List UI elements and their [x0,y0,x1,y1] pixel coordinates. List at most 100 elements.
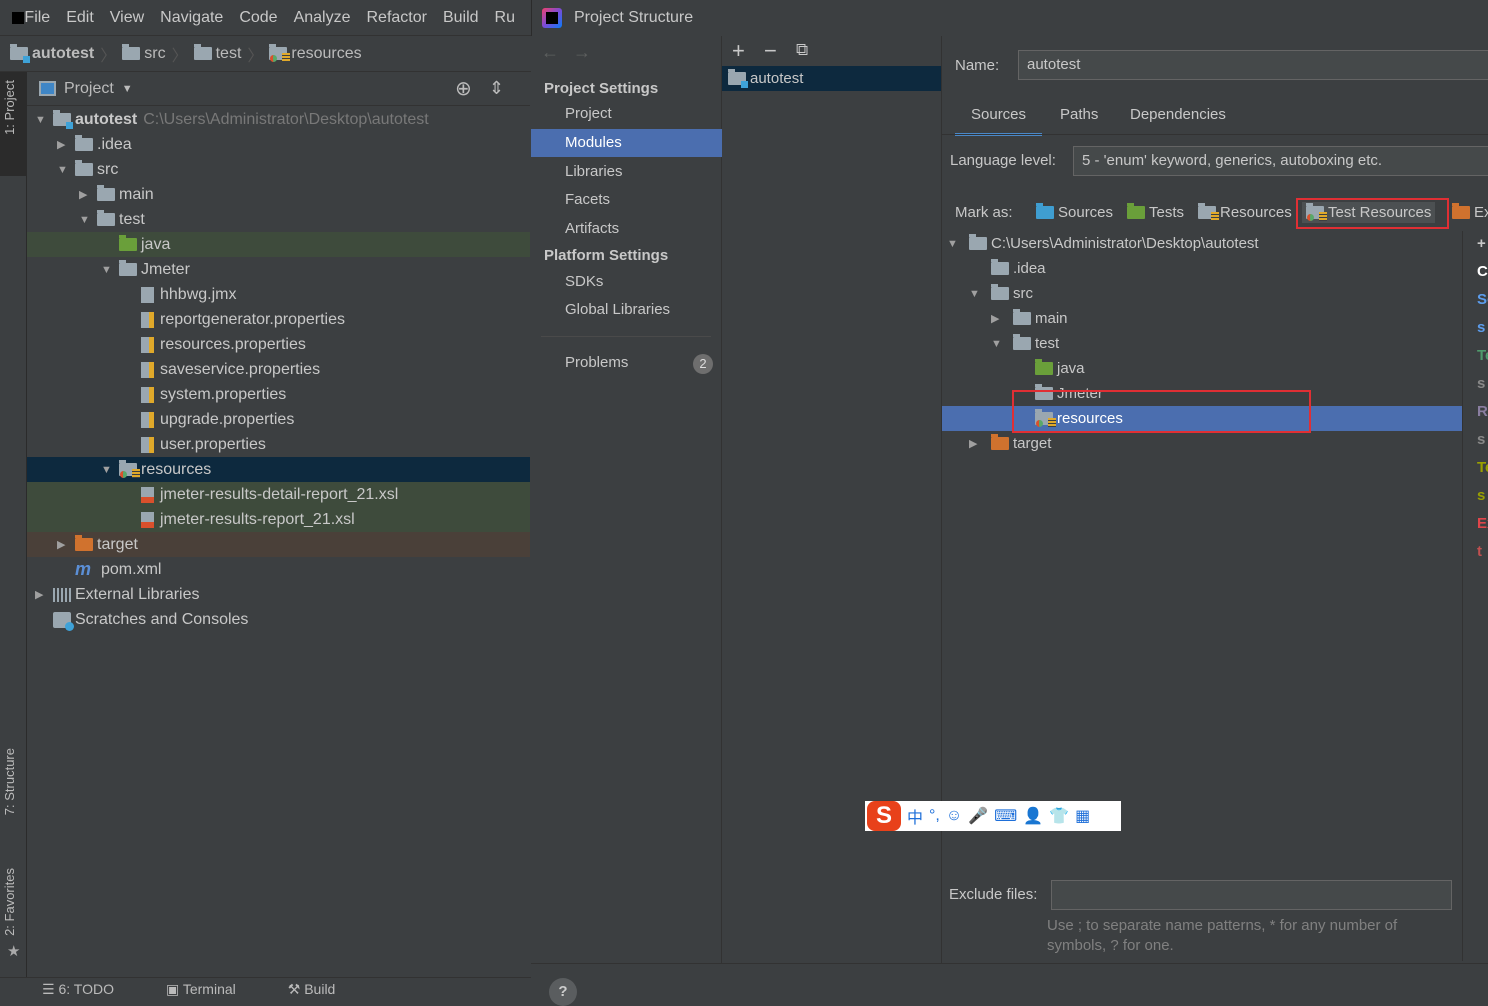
remove-icon[interactable]: − [764,38,777,64]
menu-refactor[interactable]: Refactor [367,9,427,27]
mark-resources-button[interactable]: Resources [1198,204,1292,221]
nav-artifacts[interactable]: Artifacts [531,215,722,243]
chevron-right-icon[interactable]: ▶ [991,312,999,325]
help-button[interactable]: ? [549,978,577,1006]
tree-item[interactable]: .idea [942,256,1462,281]
ime-button[interactable]: °, [929,807,940,825]
chevron-right-icon[interactable]: ▶ [57,138,65,151]
build-tab[interactable]: ⚒ Build [288,981,362,998]
add-icon[interactable]: + [732,38,745,64]
tree-item[interactable]: ▶target [27,532,530,557]
project-view-selector[interactable]: Project [64,80,114,98]
tab-sources[interactable]: Sources [955,106,1042,136]
menu-analyze[interactable]: Analyze [294,9,351,27]
ime-button[interactable]: 中 [907,804,923,828]
chevron-down-icon[interactable]: ▼ [947,238,958,250]
tab-dependencies[interactable]: Dependencies [1130,106,1226,136]
menu-file[interactable]: File [24,9,50,27]
chevron-down-icon[interactable]: ▼ [101,464,112,476]
tree-item[interactable]: hhbwg.jmx [27,282,530,307]
tree-item[interactable]: ▼C:\Users\Administrator\Desktop\autotest [942,231,1462,256]
tree-item[interactable]: ▼Jmeter [27,257,530,282]
nav-global-libraries[interactable]: Global Libraries [531,296,722,324]
nav-sdks[interactable]: SDKs [531,268,722,296]
nav-facets[interactable]: Facets [531,186,722,214]
tree-item[interactable]: ▼src [942,281,1462,306]
mark-tests-button[interactable]: Tests [1127,204,1184,221]
ime-button[interactable]: 👤 [1023,806,1043,826]
menu-build[interactable]: Build [443,9,479,27]
tree-item[interactable]: Scratches and Consoles [27,607,530,632]
chevron-down-icon[interactable]: ▼ [57,164,68,176]
chevron-right-icon[interactable]: ▶ [79,188,87,201]
menu-view[interactable]: View [110,9,144,27]
tree-item[interactable]: user.properties [27,432,530,457]
menu-edit[interactable]: Edit [66,9,94,27]
name-field[interactable]: autotest [1018,50,1488,80]
tool-tab-project[interactable]: 1: Project [2,80,17,135]
nav-modules[interactable]: Modules [531,129,722,157]
tree-item[interactable]: ▼test [942,331,1462,356]
mark-excluded-button[interactable]: Ex [1452,204,1488,221]
tree-item[interactable]: ▶main [942,306,1462,331]
content-root-item[interactable]: + [1477,235,1486,252]
locate-icon[interactable]: ⊕ [455,76,472,101]
terminal-tab[interactable]: ▣ Terminal [166,981,262,998]
tree-item[interactable]: resources.properties [27,332,530,357]
back-arrow-icon[interactable]: ← [541,42,559,63]
ime-button[interactable]: 👕 [1049,806,1069,826]
chevron-right-icon[interactable]: ▶ [57,538,65,551]
tree-item[interactable]: jmeter-results-detail-report_21.xsl [27,482,530,507]
crumb-src[interactable]: src [122,45,165,63]
ime-button[interactable]: ▦ [1075,806,1090,826]
tree-item[interactable]: ▼resources [27,457,530,482]
tree-item[interactable]: mpom.xml [27,557,530,582]
tree-item[interactable]: ▶main [27,182,530,207]
nav-libraries[interactable]: Libraries [531,158,722,186]
copy-icon[interactable]: ⧉ [796,40,808,60]
chevron-right-icon[interactable]: ▶ [969,437,977,450]
exclude-files-input[interactable] [1051,880,1452,910]
tree-item[interactable]: saveservice.properties [27,357,530,382]
tab-paths[interactable]: Paths [1060,106,1098,136]
menu-code[interactable]: Code [239,9,277,27]
tool-tab-favorites[interactable]: 2: Favorites [2,868,17,936]
tool-tab-structure[interactable]: 7: Structure [2,748,17,815]
collapse-all-icon[interactable]: ⇕ [489,78,504,99]
tree-item[interactable]: system.properties [27,382,530,407]
crumb-test[interactable]: test [194,45,242,63]
chevron-down-icon[interactable]: ▼ [35,114,46,126]
chevron-down-icon[interactable]: ▼ [122,83,133,95]
tree-item[interactable]: ▼src [27,157,530,182]
module-item-autotest[interactable]: autotest [722,66,941,91]
tree-item[interactable]: reportgenerator.properties [27,307,530,332]
tree-item[interactable]: ▼test [27,207,530,232]
tree-item[interactable]: upgrade.properties [27,407,530,432]
tree-item[interactable]: java [942,356,1462,381]
tree-item[interactable]: jmeter-results-report_21.xsl [27,507,530,532]
tree-item-path: C:\Users\Administrator\Desktop\autotest [143,111,428,129]
chevron-down-icon[interactable]: ▼ [969,288,980,300]
ime-button[interactable]: ⌨ [994,806,1017,826]
todo-tab[interactable]: ☰ 6: TODO [42,981,140,998]
chevron-down-icon[interactable]: ▼ [79,214,90,226]
tree-item[interactable]: ▶External Libraries [27,582,530,607]
tree-item[interactable]: java [27,232,530,257]
chevron-right-icon[interactable]: ▶ [35,588,43,601]
crumb-resources[interactable]: resources [269,45,361,63]
ime-button[interactable]: ☺ [946,807,962,825]
tree-item[interactable]: ▶target [942,431,1462,456]
forward-arrow-icon[interactable]: → [573,42,591,63]
mark-sources-button[interactable]: Sources [1036,204,1113,221]
chevron-down-icon[interactable]: ▼ [101,264,112,276]
chevron-down-icon[interactable]: ▼ [991,338,1002,350]
ime-button[interactable]: 🎤 [968,806,988,826]
crumb-autotest[interactable]: autotest [10,45,94,63]
tree-item-label: saveservice.properties [160,361,320,379]
tree-item[interactable]: ▼autotestC:\Users\Administrator\Desktop\… [27,107,530,132]
tree-item[interactable]: ▶.idea [27,132,530,157]
language-level-select[interactable]: 5 - 'enum' keyword, generics, autoboxing… [1073,146,1488,176]
nav-project[interactable]: Project [531,100,722,128]
menu-run[interactable]: Ru [495,9,515,27]
menu-navigate[interactable]: Navigate [160,9,223,27]
